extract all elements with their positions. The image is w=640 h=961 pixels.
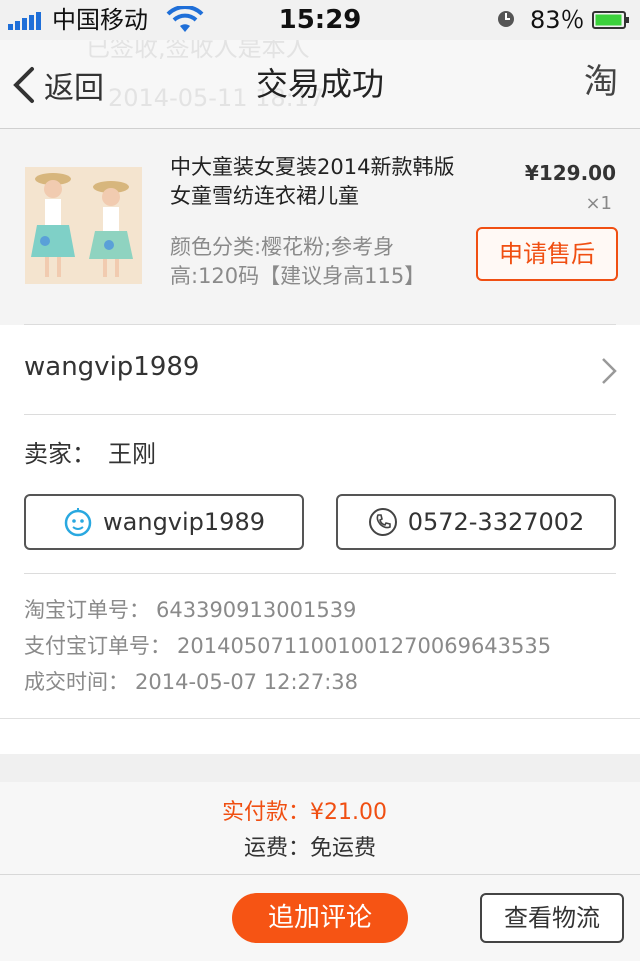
battery-icon [592,11,629,29]
product-image [25,167,142,284]
divider [24,573,616,574]
product-price: ¥129.00 [524,161,616,185]
divider [24,324,616,325]
chevron-right-icon [602,358,617,384]
order-info: 淘宝订单号： 643390913001539 支付宝订单号： 20140507110… [24,592,551,700]
page-title: 交易成功 [255,65,384,103]
add-review-button[interactable]: 追加评论 [232,893,408,943]
section-spacer [0,754,640,782]
shipping-fee: 运费：免运费 [244,836,377,861]
wangwang-label: wangvip1989 [103,508,265,536]
product-quantity: ×1 [585,193,612,214]
deal-time-value: 2014-05-07 12:27:38 [135,670,359,694]
wangwang-chat-button[interactable]: wangvip1989 [24,494,304,550]
divider [24,414,616,415]
nav-bar: 已签收,签收人是本人 2014-05-11 18:17 返回 交易成功 淘 [0,40,640,129]
wangwang-icon [64,508,92,537]
underlying-text: 已签收,签收人是本人 [86,40,310,62]
product-card[interactable]: 中大童装女夏装2014新款韩版女童雪纺连衣裙儿童 颜色分类:樱花粉;参考身高:1… [0,129,640,325]
status-bar: 中国移动 15:29 83％ [0,0,640,40]
phone-label: 0572-3327002 [407,508,585,536]
seller-label: 卖家： [24,440,96,468]
product-spec: 颜色分类:樱花粉;参考身高:120码【建议身高115】 [170,235,426,288]
order-number-label: 淘宝订单号： [24,598,150,622]
shop-row[interactable]: wangvip1989 [0,330,640,410]
totals-section: 实付款：¥21.00 运费：免运费 [0,782,640,874]
call-seller-button[interactable]: 0572-3327002 [336,494,616,550]
deal-time-row: 成交时间： 2014-05-07 12:27:38 [24,664,551,700]
shop-name: wangvip1989 [24,352,200,382]
bottom-action-bar: 追加评论 查看物流 [0,874,640,961]
alipay-number-label: 支付宝订单号： [24,634,171,658]
deal-time-label: 成交时间： [24,670,129,694]
battery-percent: 83％ [530,6,585,34]
seller-name: 王刚 [108,440,156,468]
phone-icon [368,508,397,536]
view-logistics-button[interactable]: 查看物流 [480,893,624,943]
alipay-number-value: 2014050711001001270069643535 [177,634,552,658]
alarm-clock-icon [498,11,514,27]
paid-amount: 实付款：¥21.00 [222,800,387,825]
alipay-number-row: 支付宝订单号： 2014050711001001270069643535 [24,628,551,664]
taobao-icon[interactable]: 淘 [584,62,618,102]
order-number-row: 淘宝订单号： 643390913001539 [24,592,551,628]
order-number-value: 643390913001539 [156,598,357,622]
product-title: 中大童装女夏装2014新款韩版女童雪纺连衣裙儿童 [170,155,455,208]
section-spacer [0,718,640,755]
after-sale-button[interactable]: 申请售后 [476,227,618,281]
